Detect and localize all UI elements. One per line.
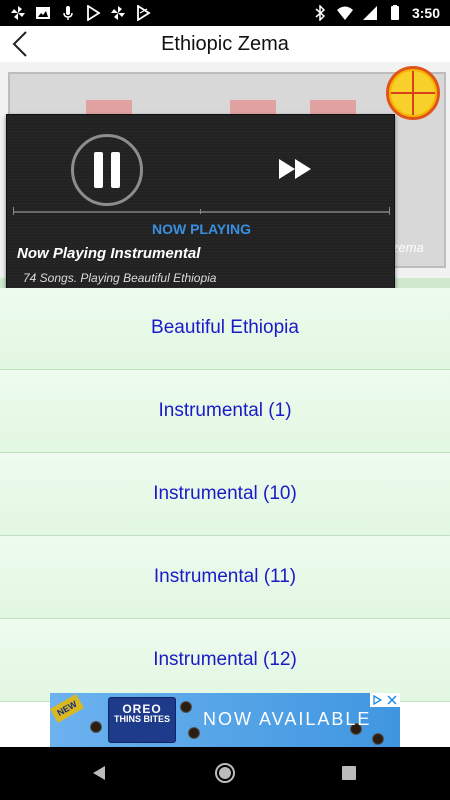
nav-back-icon[interactable] [90,764,108,782]
signal-icon [362,5,378,21]
now-playing-title: Now Playing Instrumental [17,245,201,262]
nav-recents-button[interactable] [342,766,356,780]
now-playing-panel: NOW PLAYING Now Playing Instrumental 74 … [6,114,395,305]
progress-tick [13,207,14,215]
song-list: Beautiful Ethiopia Instrumental (1) Inst… [0,288,450,702]
microphone-icon [60,5,76,21]
ad-choices-icon [373,695,382,705]
banner-decoration [86,100,132,114]
fast-forward-button[interactable] [277,153,315,185]
banner-partial-text: zema [392,240,424,255]
progress-tick [389,207,390,215]
play-store-icon [135,5,151,21]
image-icon [35,5,51,21]
song-title: Instrumental (12) [153,649,297,670]
song-title: Instrumental (10) [153,483,297,504]
ad-headline: NOW AVAILABLE [203,709,372,729]
status-bar: 3:50 [0,0,450,26]
ad-product-name: THINS BITES [113,714,170,724]
notification-icons [10,5,151,21]
bluetooth-icon [312,5,328,21]
pause-icon [111,152,120,188]
wifi-icon [336,5,353,21]
nav-home-button[interactable] [215,763,235,783]
song-list-item[interactable]: Instrumental (12) [0,619,450,702]
home-icon [219,767,231,779]
cookie-decoration [90,721,102,733]
ad-close-button[interactable] [384,693,400,707]
progress-bar[interactable] [13,211,390,213]
pause-button[interactable] [71,134,143,206]
song-title: Instrumental (1) [158,400,292,421]
progress-tick [200,209,201,214]
battery-icon [387,5,403,21]
pause-icon [94,152,103,188]
song-list-item[interactable]: Beautiful Ethiopia [0,288,450,370]
cookie-decoration [372,733,384,745]
close-icon [387,695,397,705]
ad-brand: OREO [122,702,162,716]
song-title: Instrumental (11) [153,566,297,587]
system-icons: 3:50 [312,5,440,21]
song-list-item[interactable]: Instrumental (10) [0,453,450,536]
song-title: Beautiful Ethiopia [151,316,299,338]
ad-product-image: OREO THINS BITES [108,697,176,743]
pinwheel-icon [110,5,126,21]
crosshair-icon [391,71,435,115]
chevron-left-icon [12,31,27,57]
ad-badge: NEW [50,694,84,723]
play-store-icon [85,5,101,21]
song-list-item[interactable]: Instrumental (1) [0,370,450,453]
page-title: Ethiopic Zema [161,32,289,55]
ad-banner[interactable]: NEW OREO THINS BITES NOW AVAILABLE [50,693,400,747]
pinwheel-icon [10,5,26,21]
cookie-decoration [188,727,200,739]
ad-choices-button[interactable] [370,693,384,707]
status-time: 3:50 [411,5,440,21]
banner-decoration [230,100,276,114]
now-playing-subtitle: 74 Songs. Playing Beautiful Ethiopia [23,271,217,285]
now-playing-label: NOW PLAYING [151,221,252,237]
back-button[interactable] [6,28,36,60]
compass-button[interactable] [386,66,440,120]
app-bar: Ethiopic Zema [0,26,450,62]
banner-decoration [310,100,356,114]
song-list-item[interactable]: Instrumental (11) [0,536,450,619]
cookie-decoration [180,701,192,713]
fast-forward-icon [279,159,311,179]
system-nav-bar [0,747,450,800]
